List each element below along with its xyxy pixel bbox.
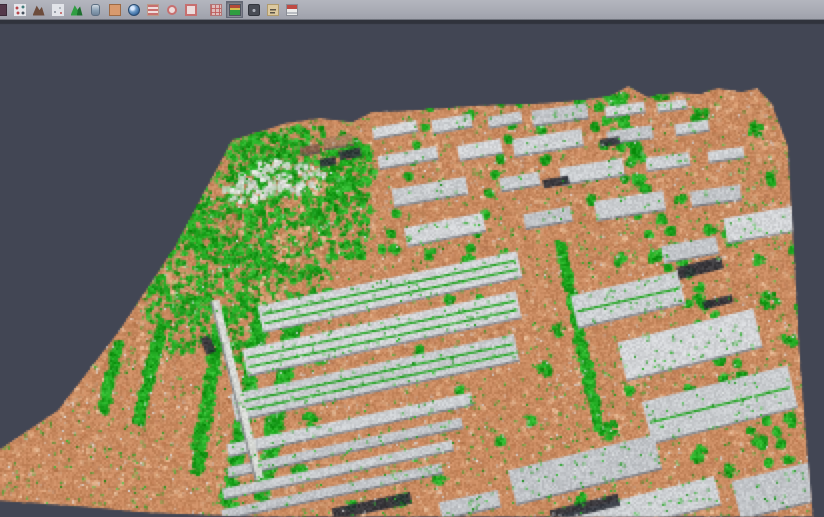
- dsm-tile-icon: [109, 4, 121, 16]
- terrain-model-button[interactable]: [30, 1, 47, 18]
- elevation-column-icon: [91, 4, 100, 16]
- camera-snapshot-button[interactable]: [245, 1, 262, 18]
- layer-flag-icon: [286, 4, 298, 16]
- sparse-points-icon: [52, 4, 64, 16]
- raster-grid-button[interactable]: [207, 1, 224, 18]
- dem-terrain-icon: [71, 4, 83, 16]
- 3d-viewport[interactable]: [0, 20, 824, 517]
- dsm-tile-button[interactable]: [106, 1, 123, 18]
- elevation-column-button[interactable]: [87, 1, 104, 18]
- sparse-points-button[interactable]: [49, 1, 66, 18]
- globe-view-icon: [128, 4, 140, 16]
- rectangle-select-button[interactable]: [182, 1, 199, 18]
- rectangle-select-icon: [185, 4, 197, 16]
- toolbar: [0, 0, 824, 20]
- annotation-note-button[interactable]: [264, 1, 281, 18]
- profile-lines-icon: [147, 4, 159, 16]
- classification-view-button[interactable]: [226, 1, 243, 18]
- application-window: { "app": { "kind": "3d-point-cloud-viewe…: [0, 0, 824, 517]
- point-cluster-tool-button[interactable]: [11, 1, 28, 18]
- terrain-model-icon: [33, 4, 45, 16]
- point-cloud-scene[interactable]: [0, 20, 824, 517]
- annotation-note-icon: [267, 4, 279, 16]
- layer-flag-button[interactable]: [283, 1, 300, 18]
- raster-grid-icon: [210, 4, 222, 16]
- clipped-left-tool-button[interactable]: [0, 1, 9, 18]
- circle-select-button[interactable]: [163, 1, 180, 18]
- profile-lines-button[interactable]: [144, 1, 161, 18]
- dem-terrain-button[interactable]: [68, 1, 85, 18]
- point-cluster-tool-icon: [14, 4, 26, 16]
- camera-snapshot-icon: [248, 4, 260, 16]
- circle-select-icon: [167, 5, 177, 15]
- clipped-left-tool-icon: [0, 4, 7, 16]
- globe-view-button[interactable]: [125, 1, 142, 18]
- classification-view-icon: [229, 4, 241, 16]
